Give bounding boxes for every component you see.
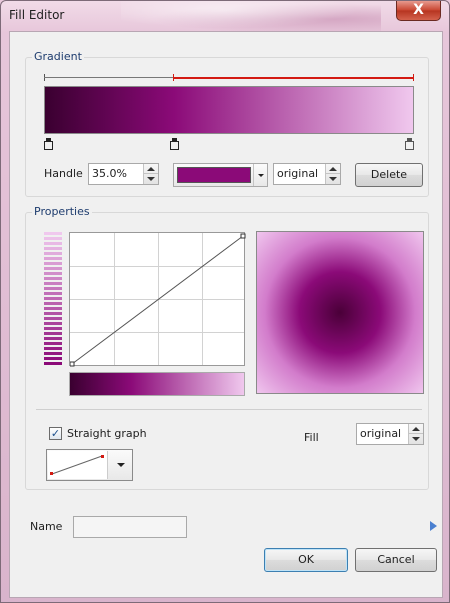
legend-bar [44, 342, 62, 345]
fill-spinner[interactable]: original [356, 423, 424, 445]
spin-up-icon[interactable] [412, 427, 420, 431]
legend-bar [44, 277, 62, 280]
opacity-value: original [277, 167, 319, 180]
legend-bar [44, 362, 62, 365]
gradient-stop-handle-selected[interactable] [170, 138, 180, 150]
spin-up-icon[interactable] [147, 167, 155, 171]
dropdown-caret-icon [117, 463, 125, 467]
graph-type-dropdown[interactable] [46, 449, 133, 481]
legend-bar [44, 337, 62, 340]
gradient-preview-bar[interactable] [44, 86, 414, 134]
legend-bar [44, 307, 62, 310]
curve-line [70, 233, 246, 367]
legend-bar [44, 242, 62, 245]
spin-down-icon[interactable] [147, 177, 155, 181]
straight-graph-label[interactable]: Straight graph [67, 427, 147, 440]
gradient-group-label: Gradient [32, 50, 84, 63]
handle-position-spinner[interactable]: 35.0% [88, 163, 159, 185]
opacity-arrows[interactable] [325, 164, 340, 184]
legend-bar [44, 267, 62, 270]
legend-bar [44, 327, 62, 330]
spin-up-icon[interactable] [329, 167, 337, 171]
cancel-button[interactable]: Cancel [355, 548, 437, 572]
radial-fill-preview [256, 231, 424, 394]
legend-bar [44, 297, 62, 300]
delete-handle-button[interactable]: Delete [355, 163, 423, 187]
checkmark-icon: ✓ [50, 427, 61, 440]
name-field[interactable] [73, 516, 187, 538]
gradient-stop-handle-start[interactable] [44, 138, 53, 150]
graph-type-dropdown-button[interactable] [108, 450, 132, 480]
curve-start-point[interactable] [70, 361, 75, 367]
handle-color-swatch[interactable] [177, 167, 251, 183]
legend-bar [44, 352, 62, 355]
close-button[interactable]: X [396, 1, 441, 21]
opacity-spinner[interactable]: original [273, 163, 341, 185]
handle-color-picker[interactable] [173, 163, 268, 187]
properties-group-label: Properties [32, 205, 92, 218]
curve-preview-icon [50, 455, 104, 475]
legend-bar [44, 247, 62, 250]
fill-editor-window: Fill Editor X Gradient Handle 35.0% orig… [0, 0, 450, 603]
spin-down-icon[interactable] [329, 177, 337, 181]
legend-bar [44, 332, 62, 335]
intensity-legend [44, 232, 62, 366]
play-arrow-icon[interactable] [430, 521, 437, 531]
fill-value: original [360, 427, 402, 440]
title-bar[interactable]: Fill Editor X [1, 1, 449, 31]
fill-arrows[interactable] [408, 424, 423, 444]
legend-bar [44, 282, 62, 285]
dialog-body: Gradient Handle 35.0% original Delete Pr… [9, 31, 443, 598]
ok-button[interactable]: OK [264, 548, 348, 572]
legend-bar [44, 252, 62, 255]
graph-type-preview [48, 451, 108, 479]
name-label: Name [30, 520, 63, 533]
legend-bar [44, 302, 62, 305]
legend-bar [44, 272, 62, 275]
legend-bar [44, 292, 62, 295]
legend-bar [44, 347, 62, 350]
curve-end-point[interactable] [240, 233, 246, 239]
handle-label: Handle [44, 167, 83, 180]
legend-bar [44, 357, 62, 360]
gradient-stop-handle-end[interactable] [405, 138, 414, 150]
legend-bar [44, 232, 62, 235]
curve-gradient-strip [69, 372, 245, 396]
legend-bar [44, 312, 62, 315]
handle-position-value: 35.0% [92, 167, 127, 180]
ruler-tick-handle [173, 74, 174, 81]
ruler-active-segment [173, 77, 414, 79]
straight-graph-checkbox[interactable]: ✓ [49, 427, 62, 440]
legend-bar [44, 257, 62, 260]
dropdown-caret-icon [258, 174, 264, 177]
legend-bar [44, 287, 62, 290]
legend-bar [44, 237, 62, 240]
properties-separator [36, 409, 422, 410]
handle-position-arrows[interactable] [143, 164, 158, 184]
fill-label: Fill [304, 431, 319, 444]
curve-graph[interactable] [69, 232, 246, 367]
ruler-inactive-segment [44, 77, 173, 78]
legend-bar [44, 317, 62, 320]
legend-bar [44, 322, 62, 325]
ruler-tick-end [413, 74, 414, 81]
title-bar-decoration [121, 1, 381, 31]
spin-down-icon[interactable] [412, 437, 420, 441]
legend-bar [44, 262, 62, 265]
close-icon: X [413, 2, 424, 18]
color-dropdown-button[interactable] [253, 164, 267, 186]
window-title: Fill Editor [9, 8, 65, 22]
gradient-ruler [44, 74, 414, 82]
